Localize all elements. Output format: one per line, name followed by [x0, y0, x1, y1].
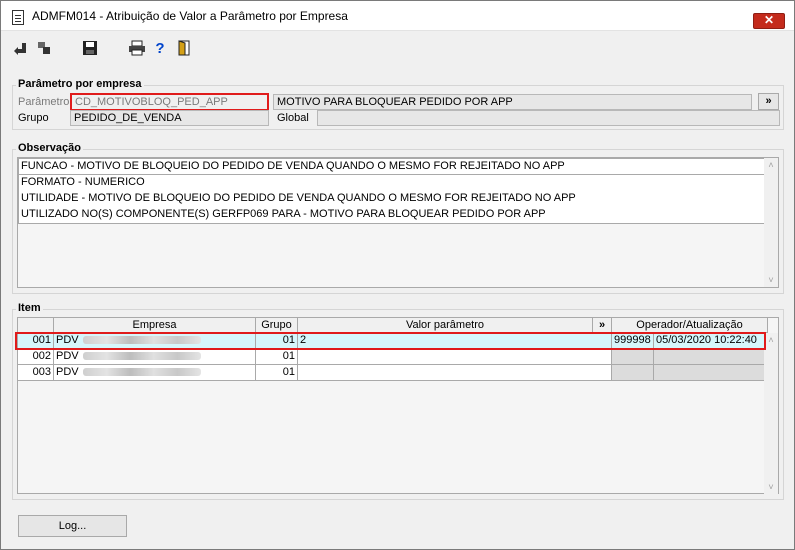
row-empresa: PDV — [54, 365, 256, 381]
global-field[interactable] — [317, 110, 780, 126]
parametro-label: Parâmetro — [18, 96, 70, 108]
observacao-legend: Observação — [16, 142, 83, 154]
table-row[interactable]: 003 PDV 01 — [18, 365, 768, 381]
application-window: ADMFM014 - Atribuição de Valor a Parâmet… — [0, 0, 795, 550]
navigate-back-icon[interactable] — [12, 40, 30, 58]
header-grupo[interactable]: Grupo — [256, 318, 298, 333]
item-scrollbar[interactable]: ˄ ˅ — [764, 333, 778, 494]
parametro-description-field[interactable]: MOTIVO PARA BLOQUEAR PEDIDO POR APP — [273, 94, 752, 110]
scroll-down-icon[interactable]: ˅ — [766, 482, 776, 492]
parametro-more-button[interactable]: » — [758, 93, 779, 110]
row-operador — [612, 349, 654, 365]
row-atualizacao — [654, 365, 768, 381]
row-grupo: 01 — [256, 365, 298, 381]
header-operador[interactable]: Operador/Atualização — [612, 318, 768, 333]
save-icon[interactable] — [81, 40, 99, 58]
row-atualizacao — [654, 349, 768, 365]
title-bar: ADMFM014 - Atribuição de Valor a Parâmet… — [1, 1, 794, 31]
print-icon[interactable] — [128, 40, 146, 58]
document-icon — [12, 10, 24, 25]
row-empresa: PDV — [54, 349, 256, 365]
observacao-line: UTILIDADE - MOTIVO DE BLOQUEIO DO PEDIDO… — [18, 191, 768, 208]
observacao-line: FUNCAO - MOTIVO DE BLOQUEIO DO PEDIDO DE… — [18, 158, 768, 175]
close-button[interactable]: ✕ — [753, 13, 785, 29]
window-title: ADMFM014 - Atribuição de Valor a Parâmet… — [32, 9, 348, 23]
parametro-code-field[interactable]: CD_MOTIVOBLOQ_PED_APP — [70, 93, 269, 111]
observacao-line: FORMATO - NUMERICO — [18, 175, 768, 192]
item-legend: Item — [16, 302, 43, 314]
row-num: 003 — [18, 365, 54, 381]
row-empresa-text: PDV — [56, 350, 79, 362]
parametro-legend: Parâmetro por empresa — [16, 78, 144, 90]
row-valor[interactable] — [298, 365, 612, 381]
scroll-up-icon[interactable]: ˄ — [766, 160, 776, 170]
help-icon[interactable]: ? — [151, 40, 169, 58]
selected-row-highlight — [15, 332, 766, 350]
redacted-empresa — [82, 368, 201, 377]
global-label: Global — [277, 112, 309, 124]
scroll-down-icon[interactable]: ˅ — [766, 275, 776, 285]
grupo-field[interactable]: PEDIDO_DE_VENDA — [70, 110, 269, 126]
navigate-forward-icon[interactable] — [35, 40, 53, 58]
exit-door-icon[interactable] — [175, 40, 193, 58]
row-valor[interactable] — [298, 349, 612, 365]
redacted-empresa — [82, 352, 201, 361]
grupo-label: Grupo — [18, 112, 49, 124]
header-valor[interactable]: Valor parâmetro — [298, 318, 593, 333]
toolbar: ? — [1, 32, 794, 66]
observacao-list[interactable]: FUNCAO - MOTIVO DE BLOQUEIO DO PEDIDO DE… — [17, 157, 779, 288]
scroll-up-icon[interactable]: ˄ — [766, 335, 776, 345]
header-more-button[interactable]: » — [593, 318, 612, 333]
row-grupo: 01 — [256, 349, 298, 365]
header-empresa[interactable]: Empresa — [54, 318, 256, 333]
observacao-line: UTILIZADO NO(S) COMPONENTE(S) GERFP069 P… — [18, 207, 768, 224]
row-empresa-text: PDV — [56, 366, 79, 378]
row-num: 002 — [18, 349, 54, 365]
table-row[interactable]: 002 PDV 01 — [18, 349, 768, 365]
row-operador — [612, 365, 654, 381]
log-button[interactable]: Log... — [18, 515, 127, 537]
header-num — [18, 318, 54, 333]
observacao-scrollbar[interactable]: ˄ ˅ — [764, 158, 778, 287]
